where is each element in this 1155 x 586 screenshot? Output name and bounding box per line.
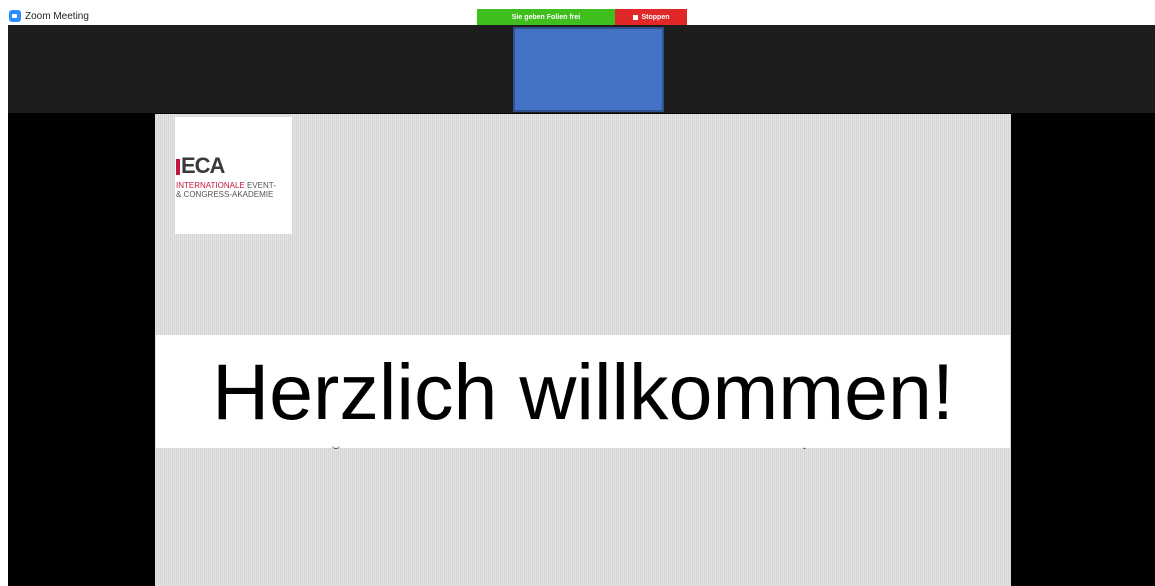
zoom-meeting-window: Zoom Meeting Sie geben Folien frei Stopp… [0,0,1155,586]
logo-letters: ECA [181,153,225,178]
shared-presentation-slide: ECA INTERNATIONALE EVENT- & CONGRESS-AKA… [155,114,1011,586]
welcome-banner: Herzlich willkommen! [156,335,1010,448]
logo-tagline-line2: & CONGRESS-AKADEMIE [176,190,274,199]
welcome-headline: Herzlich willkommen! [212,346,954,436]
slide-text-fragment [332,444,340,449]
stop-share-button[interactable]: Stoppen [615,9,687,25]
screen-share-banner: Sie geben Folien frei Stoppen [477,9,687,25]
participant-video-tile[interactable] [513,27,664,112]
logo-tagline-line1: INTERNATIONALE EVENT- [176,181,276,190]
window-left-edge [0,25,8,586]
logo-tagline-accent: INTERNATIONALE [176,181,245,190]
logo-tagline-rest: EVENT- [244,181,276,190]
stop-share-label: Stoppen [641,13,670,21]
logo-accent-bar [176,159,180,175]
stop-icon [632,14,638,20]
zoom-app-icon [9,10,21,22]
window-title: Zoom Meeting [25,11,89,22]
eca-logo: ECA INTERNATIONALE EVENT- & CONGRESS-AKA… [175,117,292,234]
sharing-status-label[interactable]: Sie geben Folien frei [477,9,615,25]
slide-text-fragment [803,444,806,449]
video-gallery-strip [8,25,1155,113]
eca-logo-mark: ECA [176,153,225,178]
